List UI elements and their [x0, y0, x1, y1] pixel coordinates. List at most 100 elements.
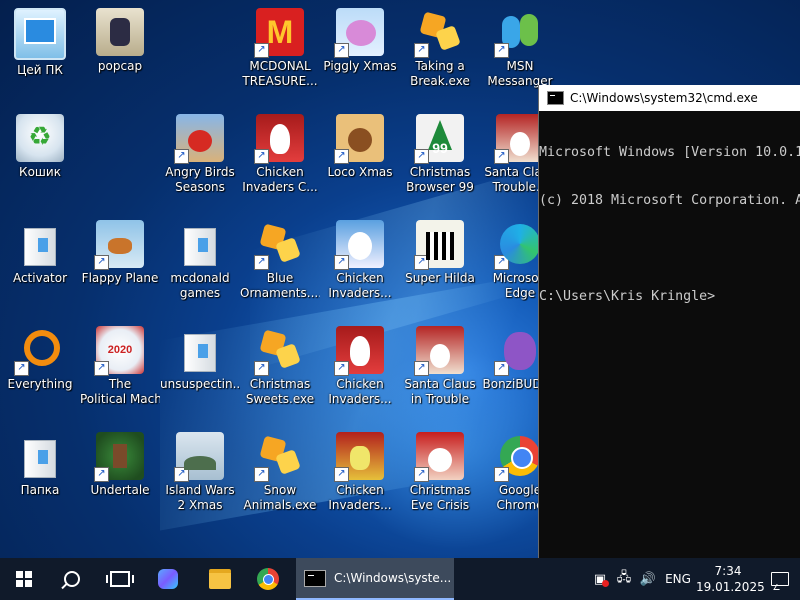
desktop: Цей ПК Кошик Activator ↗ Everything Папк… — [0, 0, 800, 558]
shortcut-arrow-icon: ↗ — [414, 255, 429, 270]
desktop-icon-undertale[interactable]: ↗ Undertale — [80, 428, 160, 498]
chrome-icon — [257, 568, 279, 590]
security-alert-icon[interactable]: ▣ — [588, 572, 612, 587]
puzzle-app-icon: ↗ — [254, 326, 304, 376]
shortcut-arrow-icon: ↗ — [494, 467, 509, 482]
copilot-icon — [158, 569, 178, 589]
desktop-icon-chicken-invaders-4[interactable]: ↗ Chicken Invaders... — [320, 428, 400, 513]
everything-search-icon: ↗ — [14, 326, 64, 376]
msn-icon: ↗ — [494, 8, 544, 58]
shortcut-arrow-icon: ↗ — [94, 361, 109, 376]
search-icon — [64, 571, 80, 587]
icon-label-line2: Political Machine 2... — [80, 392, 160, 406]
desktop-icon-angry-birds[interactable]: ↗ Angry Birds Seasons — [160, 110, 240, 195]
network-icon[interactable]: 🖧 — [612, 568, 636, 590]
icon-label: Chicken — [256, 165, 304, 179]
cmd-window[interactable]: C:\Windows\system32\cmd.exe Microsoft Wi… — [538, 85, 800, 558]
desktop-icon-activator[interactable]: Activator — [0, 216, 80, 286]
desktop-icon-island-wars[interactable]: ↗ Island Wars 2 Xmas — [160, 428, 240, 513]
folder-icon — [176, 220, 224, 268]
desktop-icon-loco-xmas[interactable]: ↗ Loco Xmas — [320, 110, 400, 180]
icon-label: Super Hilda — [405, 271, 475, 285]
clock-date: 19.01.2025 — [696, 580, 765, 594]
popcap-folder-icon — [96, 8, 144, 56]
icon-label: Blue — [266, 271, 294, 285]
mcdonalds-icon: ↗ — [254, 8, 304, 58]
desktop-icon-folder[interactable]: Папка — [0, 428, 80, 498]
santa-icon: ↗ — [414, 326, 464, 376]
chrome-taskbar-button[interactable] — [244, 558, 292, 600]
volume-icon[interactable]: 🔊 — [636, 572, 660, 587]
search-button[interactable] — [48, 558, 96, 600]
desktop-icon-taking-a-break[interactable]: ↗ Taking a Break.exe — [400, 4, 480, 89]
icon-label: The — [108, 377, 132, 391]
console-line: Microsoft Windows [Version 10.0.1 — [539, 145, 800, 160]
icon-label-line2: Break.exe — [410, 74, 470, 88]
icon-label: Loco Xmas — [327, 165, 393, 179]
cmd-title-bar[interactable]: C:\Windows\system32\cmd.exe — [539, 85, 800, 111]
super-hilda-icon: ↗ — [414, 220, 464, 270]
desktop-icon-snow-animals[interactable]: ↗ Snow Animals.exe — [240, 428, 320, 513]
taskbar-cmd-window[interactable]: C:\Windows\syste... — [296, 558, 454, 600]
clock[interactable]: 7:34 19.01.2025 — [696, 563, 765, 595]
shortcut-arrow-icon: ↗ — [414, 467, 429, 482]
icon-label: Activator — [12, 271, 68, 285]
desktop-icon-everything[interactable]: ↗ Everything — [0, 322, 80, 392]
folder-icon — [176, 326, 224, 374]
desktop-icon-super-hilda[interactable]: ↗ Super Hilda — [400, 216, 480, 286]
desktop-icon-piggly-xmas[interactable]: ↗ Piggly Xmas — [320, 4, 400, 74]
icon-label-line2: Invaders... — [328, 286, 392, 300]
shortcut-arrow-icon: ↗ — [174, 467, 189, 482]
shortcut-arrow-icon: ↗ — [334, 149, 349, 164]
icon-label-line2: Ornaments.... — [240, 286, 320, 300]
desktop-icon-christmas-sweets[interactable]: ↗ Christmas Sweets.exe — [240, 322, 320, 407]
desktop-icon-unsuspecting[interactable]: unsuspectin... — [160, 322, 240, 392]
desktop-icon-blue-ornaments[interactable]: ↗ Blue Ornaments.... — [240, 216, 320, 301]
desktop-icon-msn-messenger[interactable]: ↗ MSN Messanger — [480, 4, 560, 89]
taskbar-window-title: C:\Windows\syste... — [334, 571, 452, 585]
desktop-icon-recycle-bin[interactable]: Кошик — [0, 110, 80, 180]
icon-label-line2: Browser 99 — [406, 180, 474, 194]
desktop-icon-mcdonald-treasure[interactable]: ↗ MCDONALTREASURE... — [240, 4, 320, 89]
shortcut-arrow-icon: ↗ — [174, 149, 189, 164]
recycle-bin-icon — [16, 114, 64, 162]
shortcut-arrow-icon: ↗ — [334, 43, 349, 58]
icon-label: unsuspectin... — [160, 377, 240, 391]
desktop-icon-flappy-plane[interactable]: ↗ Flappy Plane — [80, 216, 160, 286]
shortcut-arrow-icon: ↗ — [494, 361, 509, 376]
icon-label-line2: Sweets.exe — [245, 392, 315, 406]
desktop-icon-santa-claus-in-trouble[interactable]: ↗ Santa Claus in Trouble — [400, 322, 480, 407]
chicken-invaders-icon: ↗ — [334, 432, 384, 482]
icon-label: Everything — [7, 377, 73, 391]
cmd-window-title: C:\Windows\system32\cmd.exe — [570, 91, 758, 105]
desktop-icon-mcdonald-games[interactable]: mcdonald games — [160, 216, 240, 301]
start-button[interactable] — [0, 558, 48, 600]
desktop-icon-popcap[interactable]: popcap — [80, 4, 160, 74]
icon-label-line2: 2 Xmas — [177, 498, 223, 512]
cmd-console-output[interactable]: Microsoft Windows [Version 10.0.1 (c) 20… — [539, 111, 800, 337]
icon-label-line2: Seasons — [175, 180, 225, 194]
windows-logo-icon — [16, 571, 32, 587]
task-view-button[interactable] — [96, 558, 144, 600]
notification-center-button[interactable] — [760, 558, 800, 600]
bonzi-buddy-icon: ↗ — [494, 326, 544, 376]
file-explorer-button[interactable] — [196, 558, 244, 600]
shortcut-arrow-icon: ↗ — [494, 255, 509, 270]
flappy-plane-icon: ↗ — [94, 220, 144, 270]
copilot-button[interactable] — [144, 558, 192, 600]
desktop-icon-chicken-invaders-c[interactable]: ↗ Chicken Invaders C... — [240, 110, 320, 195]
shortcut-arrow-icon: ↗ — [94, 467, 109, 482]
desktop-icon-christmas-eve-crisis[interactable]: ↗ Christmas Eve Crisis — [400, 428, 480, 513]
icon-label: popcap — [97, 59, 143, 73]
chicken-invaders-icon: ↗ — [334, 220, 384, 270]
desktop-icon-this-pc[interactable]: Цей ПК — [0, 4, 80, 78]
folder-icon — [16, 432, 64, 480]
system-tray: ▣ 🖧 🔊 ENG 7:34 19.01.2025 — [588, 558, 800, 600]
desktop-icon-political-machine[interactable]: ↗ ThePolitical Machine 2... — [80, 322, 160, 407]
desktop-icon-christmas-browser[interactable]: ↗ ChristmasBrowser 99 — [400, 110, 480, 195]
desktop-icon-chicken-invaders-2[interactable]: ↗ Chicken Invaders... — [320, 216, 400, 301]
language-indicator[interactable]: ENG — [660, 572, 696, 586]
this-pc-icon — [14, 8, 66, 60]
desktop-icon-chicken-invaders-3[interactable]: ↗ Chicken Invaders... — [320, 322, 400, 407]
